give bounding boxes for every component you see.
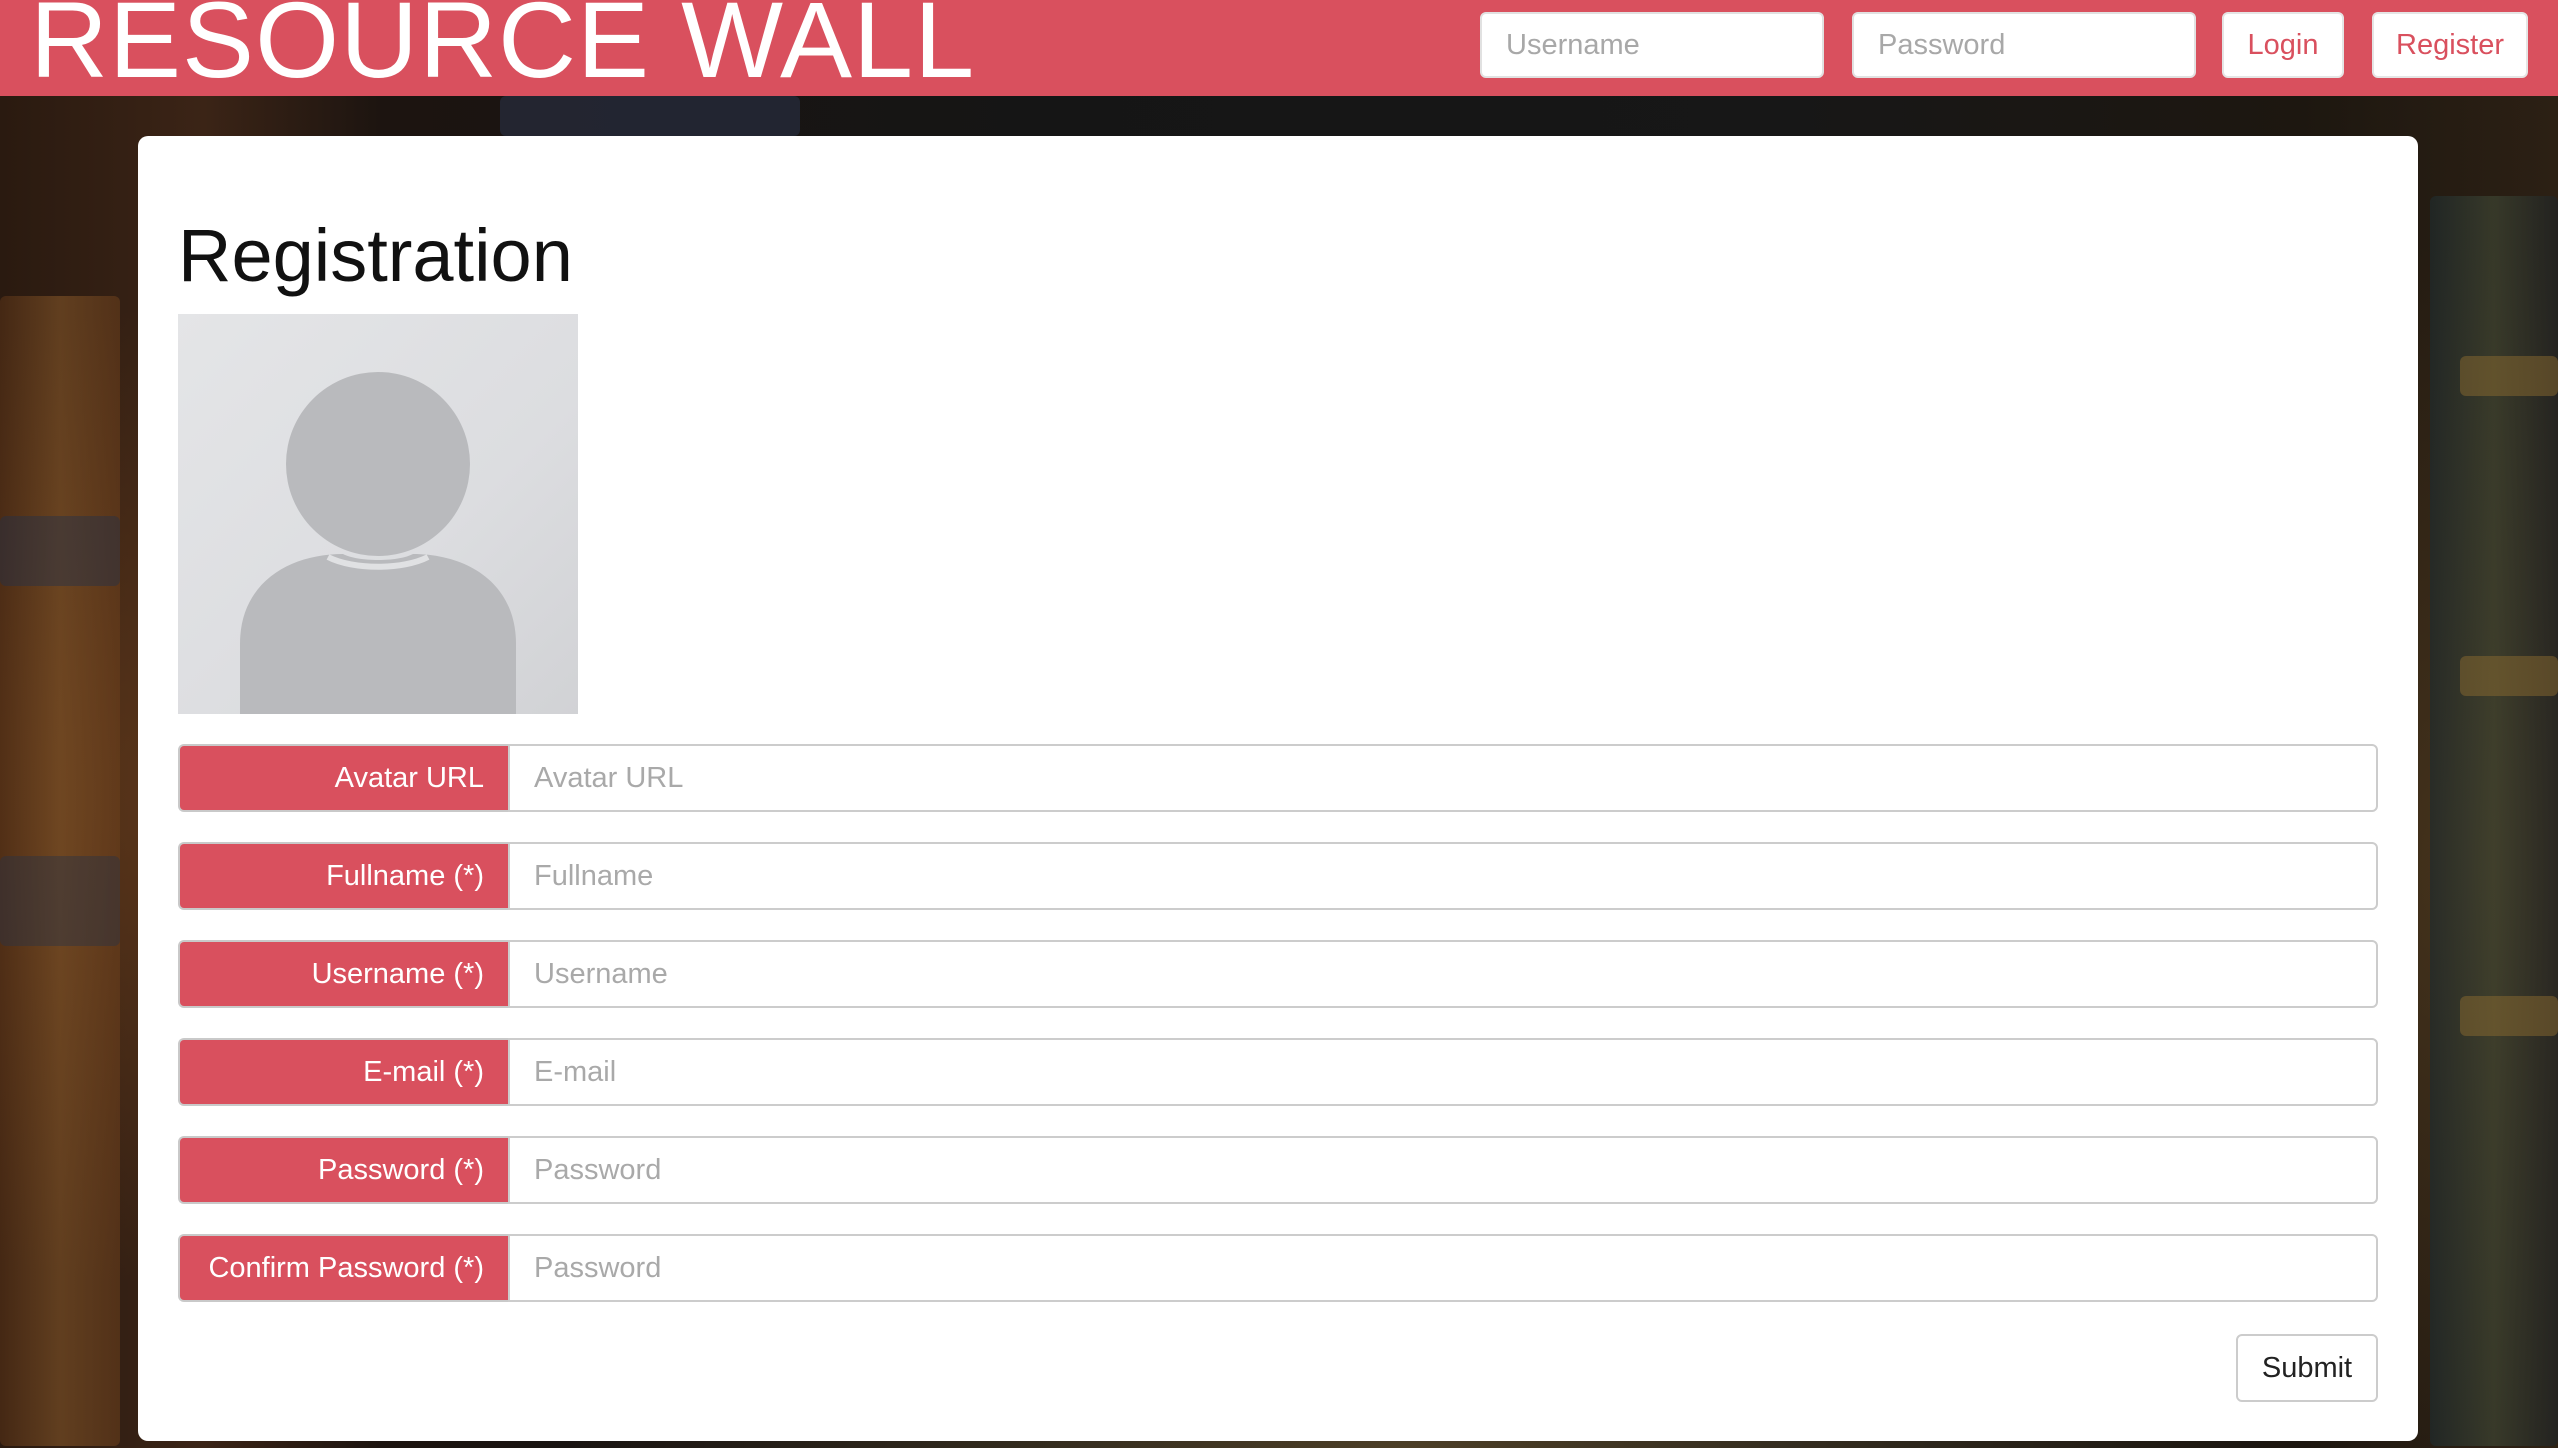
fullname-label: Fullname (*) — [178, 842, 508, 910]
register-button[interactable]: Register — [2372, 12, 2528, 78]
page-title: Registration — [178, 214, 573, 297]
email-label: E-mail (*) — [178, 1038, 508, 1106]
password-row: Password (*) — [178, 1136, 2378, 1204]
username-label: Username (*) — [178, 940, 508, 1008]
avatar-url-row: Avatar URL — [178, 744, 2378, 812]
login-button[interactable]: Login — [2222, 12, 2344, 78]
password-input[interactable] — [508, 1136, 2378, 1204]
brand-title[interactable]: RESOURCE WALL — [30, 0, 975, 94]
header-password-input[interactable] — [1852, 12, 2196, 78]
confirm-password-label: Confirm Password (*) — [178, 1234, 508, 1302]
header-username-input[interactable] — [1480, 12, 1824, 78]
confirm-password-row: Confirm Password (*) — [178, 1234, 2378, 1302]
registration-card: Registration Avatar URL Fullname (*) Use… — [138, 136, 2418, 1441]
top-navbar: RESOURCE WALL Login Register — [0, 0, 2558, 96]
avatar-preview — [178, 314, 578, 714]
default-user-avatar-icon — [240, 372, 516, 714]
submit-button[interactable]: Submit — [2236, 1334, 2378, 1402]
confirm-password-input[interactable] — [508, 1234, 2378, 1302]
fullname-row: Fullname (*) — [178, 842, 2378, 910]
avatar-url-label: Avatar URL — [178, 744, 508, 812]
email-row: E-mail (*) — [178, 1038, 2378, 1106]
password-label: Password (*) — [178, 1136, 508, 1204]
fullname-input[interactable] — [508, 842, 2378, 910]
avatar-url-input[interactable] — [508, 744, 2378, 812]
email-input[interactable] — [508, 1038, 2378, 1106]
username-row: Username (*) — [178, 940, 2378, 1008]
username-input[interactable] — [508, 940, 2378, 1008]
